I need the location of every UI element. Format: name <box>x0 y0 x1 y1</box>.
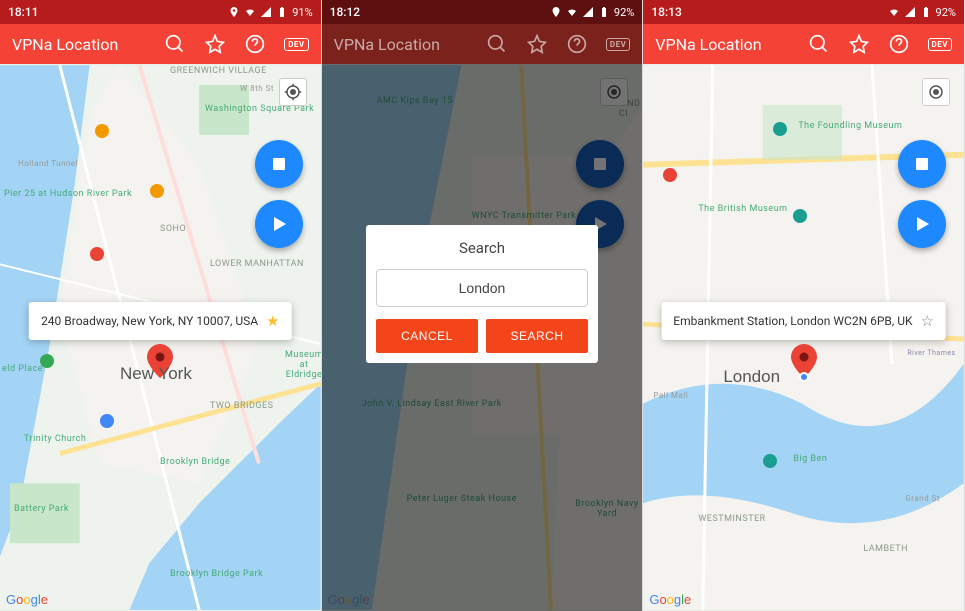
app-title: VPNa Location <box>334 35 486 54</box>
city-label: New York <box>120 364 192 384</box>
map: AMC Kips Bay 15 LO ISLAND CI WNYC Transm… <box>322 64 643 611</box>
stop-button[interactable] <box>898 140 946 188</box>
poi-foundling: The Foundling Museum <box>798 121 902 131</box>
favorite-star-icon[interactable]: ☆ <box>921 312 934 330</box>
cancel-button[interactable]: CANCEL <box>376 319 478 353</box>
stop-button[interactable] <box>255 140 303 188</box>
wifi-icon <box>888 6 900 18</box>
street-w8th: W 8th St <box>240 84 274 93</box>
poi-museum: Museum at Eldridge <box>285 350 321 380</box>
poi-dot <box>100 414 114 428</box>
signal-icon <box>582 6 594 18</box>
status-icons: 91% <box>228 6 312 19</box>
current-location-dot <box>799 372 809 382</box>
status-bar: 18:11 91% <box>0 0 321 24</box>
wifi-icon <box>244 6 256 18</box>
my-location-button[interactable] <box>922 78 950 106</box>
status-bar: 18:13 92% <box>643 0 964 24</box>
help-icon[interactable] <box>244 33 266 55</box>
location-icon <box>228 6 240 18</box>
poi-brooklyn-bridge: Brooklyn Bridge <box>160 457 230 467</box>
status-time: 18:13 <box>651 5 681 19</box>
address-text: 240 Broadway, New York, NY 10007, USA <box>41 314 258 328</box>
play-button[interactable] <box>898 200 946 248</box>
district-lower-manhattan: LOWER MANHATTAN <box>210 259 304 269</box>
search-dialog: Search CANCEL SEARCH <box>366 225 598 363</box>
battery-percent: 91% <box>292 6 312 19</box>
search-icon[interactable] <box>164 33 186 55</box>
poi-pier25: Pier 25 at Hudson River Park <box>4 189 132 199</box>
search-button[interactable]: SEARCH <box>486 319 588 353</box>
battery-percent: 92% <box>936 6 956 19</box>
status-icons: 92% <box>888 6 956 19</box>
dev-badge[interactable]: DEV <box>284 38 308 51</box>
street-holland: Holland Tunnel <box>18 159 78 168</box>
screen-search-dialog: 18:12 92% VPNa Location DEV AMC Kips Bay… <box>322 0 644 611</box>
street-grand: Grand St <box>905 494 940 503</box>
battery-icon <box>598 6 610 18</box>
poi-battery: Battery Park <box>14 504 69 514</box>
poi-british: The British Museum <box>698 204 787 214</box>
district-greenwich: GREENWICH VILLAGE <box>170 66 267 76</box>
status-time: 18:12 <box>330 5 360 19</box>
app-title: VPNa Location <box>655 35 807 54</box>
district-two-bridges: TWO BRIDGES <box>210 401 273 411</box>
wifi-icon <box>566 6 578 18</box>
label-thames: River Thames <box>907 349 955 357</box>
favorite-star-icon[interactable]: ★ <box>266 312 279 330</box>
battery-icon <box>920 6 932 18</box>
battery-icon <box>276 6 288 18</box>
poi-field: eld Place <box>2 364 43 374</box>
address-text: Embankment Station, London WC2N 6PB, UK <box>673 314 912 328</box>
search-icon[interactable] <box>808 33 830 55</box>
poi-dot <box>40 354 54 368</box>
screen-newyork: 18:11 91% VPNa Location DEV <box>0 0 322 611</box>
battery-percent: 92% <box>614 6 634 19</box>
dialog-title: Search <box>376 239 588 257</box>
star-icon <box>526 33 548 55</box>
app-title: VPNa Location <box>12 35 164 54</box>
address-card[interactable]: 240 Broadway, New York, NY 10007, USA ★ <box>29 302 292 340</box>
poi-brooklyn-bridge-park: Brooklyn Bridge Park <box>170 569 263 579</box>
dev-badge[interactable]: DEV <box>928 38 952 51</box>
map[interactable]: GREENWICH VILLAGE W 8th St Washington Sq… <box>0 64 321 611</box>
app-bar: VPNa Location DEV <box>322 24 643 64</box>
screen-london: 18:13 92% VPNa Location DEV The Foundlin… <box>643 0 965 611</box>
help-icon[interactable] <box>888 33 910 55</box>
poi-dot <box>150 184 164 198</box>
dev-badge: DEV <box>606 38 630 51</box>
status-bar: 18:12 92% <box>322 0 643 24</box>
google-logo: Google <box>6 592 48 607</box>
district-lambeth: LAMBETH <box>863 544 908 554</box>
status-time: 18:11 <box>8 5 38 19</box>
app-bar: VPNa Location DEV <box>643 24 964 64</box>
signal-icon <box>260 6 272 18</box>
app-bar: VPNa Location DEV <box>0 24 321 64</box>
map[interactable]: The Foundling Museum The British Museum … <box>643 64 964 611</box>
my-location-button[interactable] <box>279 78 307 106</box>
poi-bigben: Big Ben <box>793 454 827 464</box>
street-pallmall: Pall Mall <box>653 391 688 400</box>
poi-dot <box>90 247 104 261</box>
signal-icon <box>904 6 916 18</box>
district-soho: SOHO <box>160 224 186 234</box>
google-logo: Google <box>649 592 691 607</box>
status-icons: 92% <box>550 6 634 19</box>
star-icon[interactable] <box>204 33 226 55</box>
search-input[interactable] <box>376 269 588 307</box>
location-icon <box>550 6 562 18</box>
search-icon <box>486 33 508 55</box>
play-button[interactable] <box>255 200 303 248</box>
star-icon[interactable] <box>848 33 870 55</box>
address-card[interactable]: Embankment Station, London WC2N 6PB, UK … <box>661 302 946 340</box>
help-icon <box>566 33 588 55</box>
poi-trinity: Trinity Church <box>24 434 86 444</box>
city-label: London <box>723 367 780 387</box>
poi-dot <box>95 124 109 138</box>
district-westminster: WESTMINSTER <box>698 514 765 524</box>
